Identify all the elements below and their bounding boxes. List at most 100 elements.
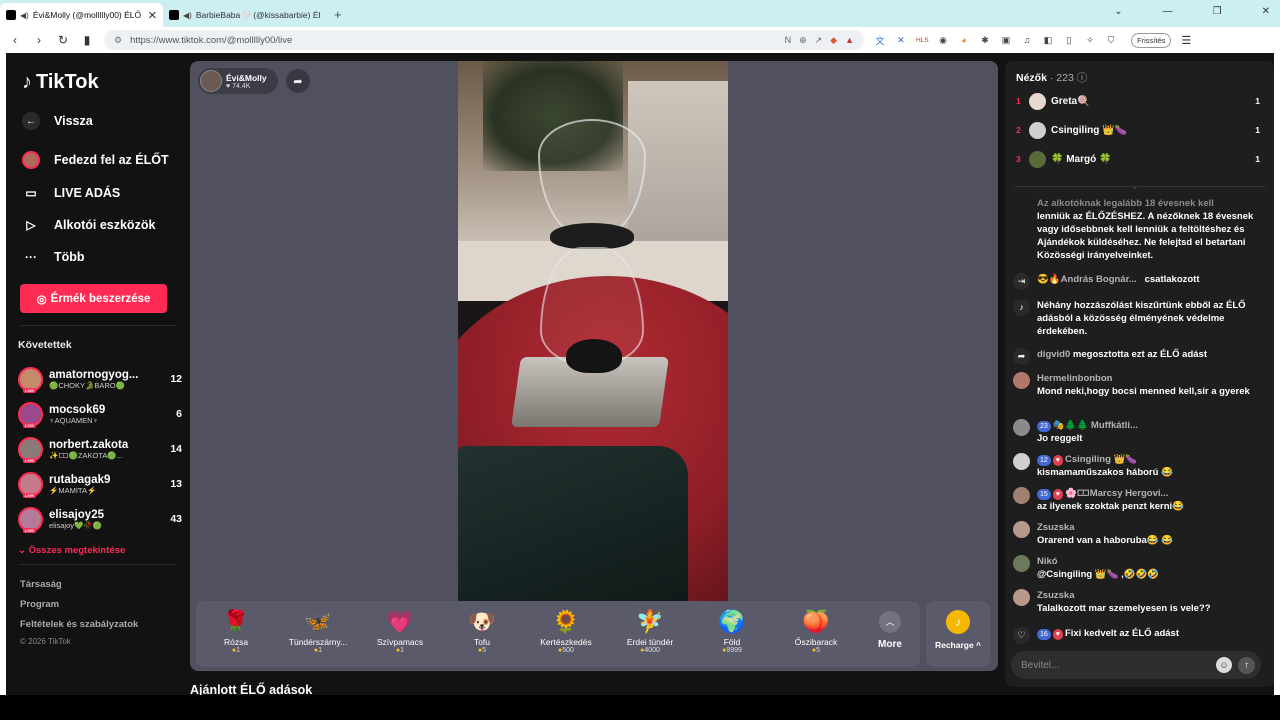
puzzle-icon[interactable]: ✱	[979, 35, 991, 46]
creator-tools-link[interactable]: ▷ Alkotói eszközök	[22, 216, 155, 234]
emoji-icon[interactable]: ☺	[1216, 657, 1232, 673]
gift-item[interactable]: 🌍 Föld ●9999	[696, 607, 768, 654]
footer-link-terms[interactable]: Feltételek és szabályzatok	[20, 619, 138, 630]
close-window-icon[interactable]: ✕	[1262, 6, 1270, 17]
bookmark-icon[interactable]: ▮	[80, 33, 94, 47]
chat-username[interactable]: 😎🔥András Bognár...	[1037, 274, 1137, 285]
chat-username[interactable]: Nikó	[1037, 555, 1267, 568]
browser-tab-active[interactable]: ◀) Évi&Molly (@mollllly00) ÉLŐ ✕	[0, 3, 163, 27]
top-viewer[interactable]: 2 Csingiling 👑🍆 1	[1016, 120, 1260, 140]
sidebar-icon[interactable]: ◧	[1042, 35, 1054, 46]
chat-username[interactable]: 🎭🌲🌲 Muffkátli...	[1053, 420, 1138, 431]
gift-item[interactable]: 💗 Szívpamacs ●1	[364, 607, 436, 654]
reload-icon[interactable]: ↻	[56, 33, 70, 47]
translate-icon[interactable]: N	[785, 35, 792, 45]
forward-arrow-icon[interactable]: ›	[32, 33, 46, 47]
share-button[interactable]: ➦	[286, 69, 310, 93]
gift-item[interactable]: 🌹 Rózsa ●1	[200, 607, 272, 654]
live-video[interactable]	[458, 61, 728, 601]
viewer-gift-count: 1	[1255, 125, 1260, 135]
notice-text: lenniük az ÉLŐZÉSHEZ. A nézőknek 18 éves…	[1037, 211, 1254, 261]
chat-username[interactable]: Csingiling 👑🍆	[1065, 454, 1137, 465]
hls-extension-icon[interactable]: HLS	[916, 37, 929, 44]
wallet-icon[interactable]: ▯	[1063, 35, 1075, 46]
browser-tab[interactable]: ◀) BarbieBaba🤍 (@kissabarbie) ÉL	[163, 3, 326, 27]
viewers-heading: Nézők · 223 ⓘ	[1016, 72, 1088, 84]
minimize-icon[interactable]: —	[1163, 6, 1173, 17]
gift-name: Kertészkedés	[540, 637, 592, 647]
following-item[interactable]: LIVE elisajoy25 elisajoy💚🥀🟢 43	[18, 504, 182, 534]
tiktok-logo[interactable]: ♪ TikTok	[22, 71, 99, 94]
brave-shield-icon[interactable]: ◆	[830, 35, 837, 46]
tab-search-icon[interactable]: ⌄	[1114, 6, 1122, 17]
vpn-icon[interactable]: ⛉	[1105, 35, 1117, 46]
gift-item[interactable]: 🐶 Tofu ●5	[446, 607, 518, 654]
following-item[interactable]: LIVE rutabagak9 ⚡MAMITA⚡ 13	[18, 469, 182, 499]
zoom-icon[interactable]: ⊕	[799, 35, 807, 46]
more-link[interactable]: ··· Több	[22, 248, 85, 266]
gift-bar: 🌹 Rózsa ●1 🦋 Tündérszárny... ●1 💗 Szívpamacs ●…	[196, 601, 920, 667]
ublock-icon[interactable]: ◉	[937, 35, 949, 46]
chat-input[interactable]: Bevitel... ☺ ↑	[1011, 651, 1261, 679]
rewards-icon[interactable]: ▲	[845, 35, 854, 45]
chat-username[interactable]: Fixi	[1065, 628, 1081, 639]
viewer-count: 12	[170, 373, 182, 385]
avatar[interactable]	[1013, 453, 1030, 470]
screenshot-icon[interactable]: ▣	[1000, 35, 1012, 46]
menu-icon[interactable]: ☰	[1181, 34, 1191, 47]
viewer-rank: 2	[1016, 125, 1021, 135]
address-bar[interactable]: ⚙ https://www.tiktok.com/@mollllly00/liv…	[104, 30, 864, 50]
close-tab-icon[interactable]: ✕	[148, 9, 157, 22]
chat-username[interactable]: digvid0	[1037, 349, 1070, 360]
top-viewer[interactable]: 1 Greta🍭 1	[1016, 91, 1260, 111]
maximize-icon[interactable]: ❐	[1213, 6, 1222, 17]
go-live-link[interactable]: ▭ LIVE ADÁS	[22, 184, 120, 202]
gift-name: Rózsa	[223, 637, 249, 647]
leo-icon[interactable]: ✧	[1084, 35, 1096, 46]
chat-message: 15 ♥ 🌸🀱Marcsy Hergovi... az ilyenek szoktak…	[1013, 487, 1267, 513]
back-arrow-icon[interactable]: ‹	[8, 33, 22, 47]
chat-username[interactable]: Zsuzska	[1037, 589, 1267, 602]
x-extension-icon[interactable]: ✕	[895, 35, 907, 46]
avatar[interactable]	[1013, 419, 1030, 436]
gift-item[interactable]: 🧚 Erdei tündér ●4000	[614, 607, 686, 654]
translate-extension-icon[interactable]: 文	[874, 34, 886, 47]
explore-live-link[interactable]: Fedezd fel az ÉLŐT	[22, 151, 169, 169]
avatar[interactable]	[1013, 555, 1030, 572]
avatar[interactable]	[1013, 487, 1030, 504]
footer-link-company[interactable]: Társaság	[20, 579, 62, 590]
chat-text: Jo reggelt	[1037, 433, 1083, 444]
get-coins-button[interactable]: ◎ Érmék beszerzése	[20, 284, 167, 313]
send-icon[interactable]: ↑	[1238, 656, 1255, 674]
avatar[interactable]	[1013, 521, 1030, 538]
see-all-link[interactable]: ⌄ Összes megtekintése	[18, 545, 125, 556]
new-tab-button[interactable]: +	[334, 3, 342, 27]
following-item[interactable]: LIVE mocsok69 ♆AQUAMEN♆ 6	[18, 399, 182, 429]
top-viewer[interactable]: 3 🍀 Margó 🍀 1	[1016, 149, 1260, 169]
more-gifts-button[interactable]: ︿ More	[866, 607, 914, 650]
back-link[interactable]: ← Vissza	[22, 112, 93, 130]
host-chip[interactable]: Évi&Molly ♥ 74.4K	[198, 68, 278, 94]
viewer-gift-count: 1	[1255, 154, 1260, 164]
gift-item[interactable]: 🍑 Őszibarack ●5	[780, 607, 852, 654]
window-edge	[1274, 53, 1280, 695]
info-icon[interactable]: ⓘ	[1077, 72, 1088, 84]
following-item[interactable]: LIVE norbert.zakota ✨🀱🟢ZAKOTA🟢... 14	[18, 434, 182, 464]
gift-item[interactable]: 🦋 Tündérszárny... ●1	[282, 607, 354, 654]
chevron-down-icon[interactable]: ⌄	[1131, 181, 1139, 192]
share-page-icon[interactable]: ↗	[815, 35, 823, 46]
chat-username[interactable]: Hermelinbonbon	[1037, 372, 1267, 385]
recharge-button[interactable]: ♪ Recharge ^	[926, 601, 990, 667]
gift-item[interactable]: 🌻 Kertészkedés ●500	[530, 607, 602, 654]
following-item[interactable]: LIVE amatornogyog... 🟢CHOKY🐊BARO🟢 12	[18, 364, 182, 394]
chat-username[interactable]: Zsuzska	[1037, 521, 1267, 534]
music-icon[interactable]: ♫	[1021, 35, 1033, 45]
update-button[interactable]: Frissítés	[1131, 32, 1172, 48]
site-settings-icon[interactable]: ⚙	[114, 35, 122, 46]
chat-username[interactable]: 🌸🀱Marcsy Hergovi...	[1065, 488, 1168, 499]
avatar[interactable]	[1013, 589, 1030, 606]
avatar[interactable]	[1013, 372, 1030, 389]
footer-link-program[interactable]: Program	[20, 599, 59, 610]
color-extension-icon[interactable]: ◕	[958, 35, 970, 45]
gift-price: 5	[816, 647, 821, 654]
